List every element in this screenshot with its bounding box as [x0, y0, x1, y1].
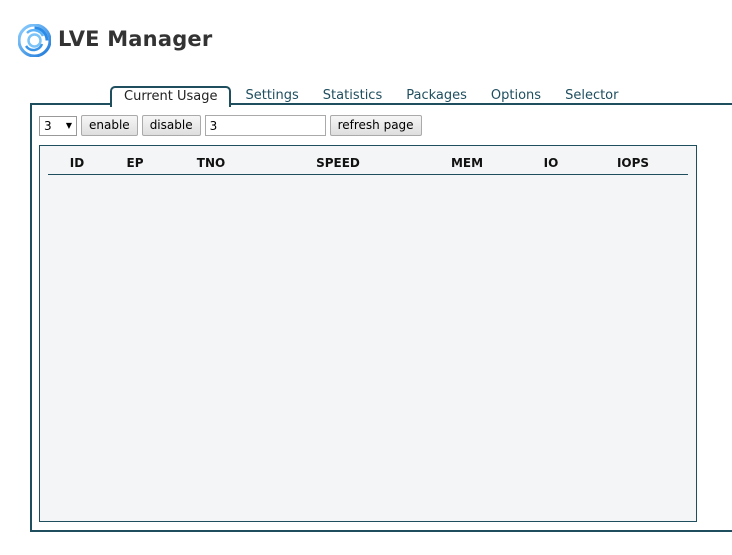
tab-statistics[interactable]: Statistics — [311, 87, 394, 105]
column-header-iops[interactable]: IOPS — [610, 156, 656, 170]
interval-input[interactable] — [204, 115, 326, 136]
column-header-speed[interactable]: SPEED — [308, 156, 368, 170]
app-title: LVE Manager — [58, 27, 213, 51]
refresh-page-button[interactable]: refresh page — [329, 115, 422, 136]
swirl-logo-icon — [18, 24, 51, 57]
usage-table: ID EP TNO SPEED MEM IO IOPS — [39, 145, 697, 522]
chevron-down-icon: ▼ — [65, 121, 72, 130]
toolbar: 3 ▼ enable disable refresh page — [39, 115, 426, 136]
tab-packages[interactable]: Packages — [394, 87, 479, 105]
column-header-mem[interactable]: MEM — [442, 156, 492, 170]
refresh-interval-select[interactable]: 3 ▼ — [39, 115, 77, 136]
tab-selector[interactable]: Selector — [553, 87, 630, 105]
table-header: ID EP TNO SPEED MEM IO IOPS — [48, 146, 688, 175]
tab-options[interactable]: Options — [479, 87, 553, 105]
column-header-io[interactable]: IO — [536, 156, 566, 170]
tab-bar: Current Usage Settings Statistics Packag… — [110, 86, 630, 107]
enable-button[interactable]: enable — [81, 115, 138, 136]
column-header-tno[interactable]: TNO — [191, 156, 231, 170]
tab-current-usage[interactable]: Current Usage — [110, 86, 232, 107]
column-header-id[interactable]: ID — [64, 156, 90, 170]
tab-settings[interactable]: Settings — [233, 87, 310, 105]
column-header-ep[interactable]: EP — [120, 156, 150, 170]
disable-button[interactable]: disable — [141, 115, 201, 136]
refresh-interval-value: 3 — [44, 118, 52, 133]
